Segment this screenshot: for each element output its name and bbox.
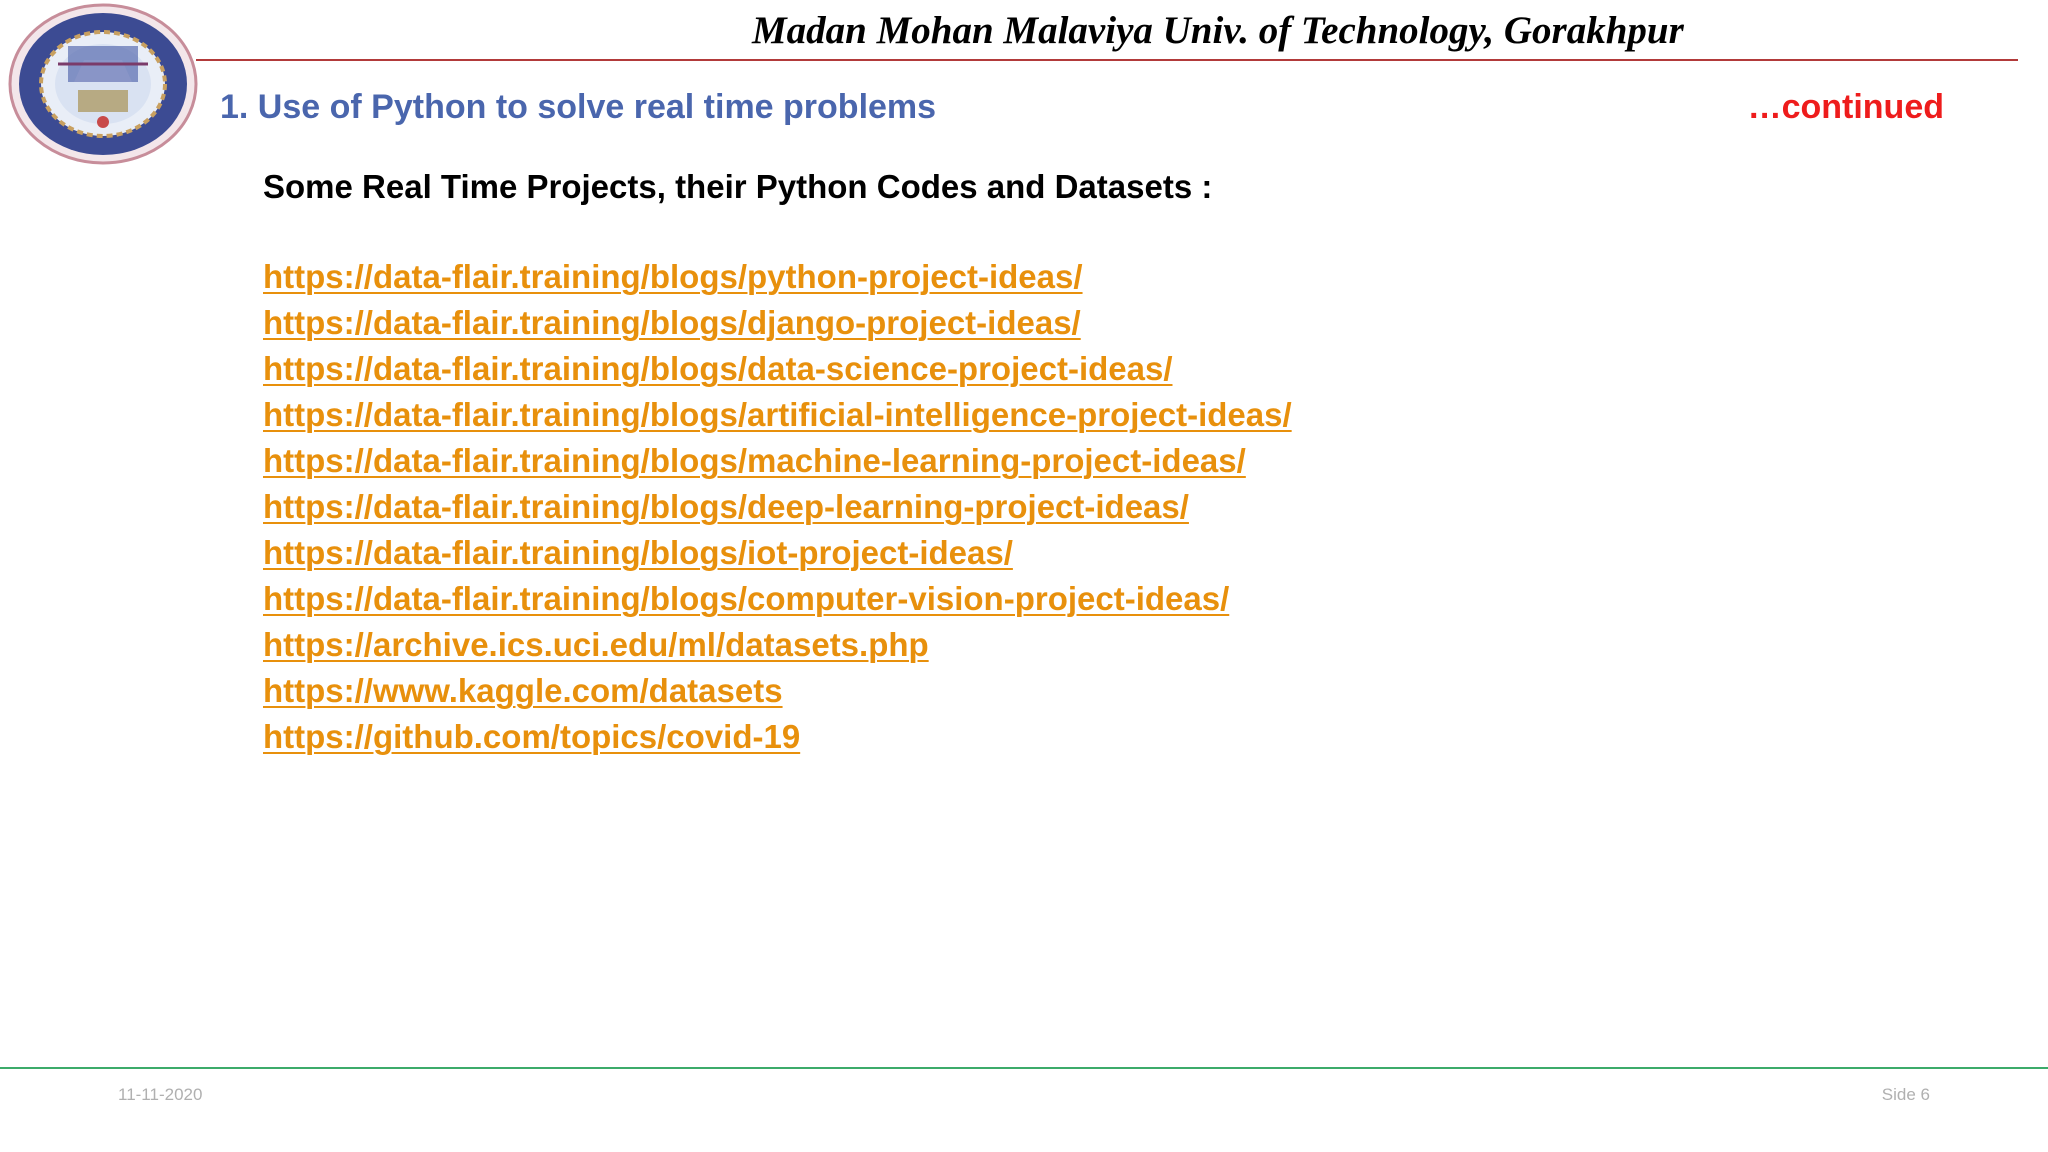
link-python-project-ideas[interactable]: https://data-flair.training/blogs/python…	[263, 254, 1292, 300]
link-django-project-ideas[interactable]: https://data-flair.training/blogs/django…	[263, 300, 1292, 346]
link-ml-project-ideas[interactable]: https://data-flair.training/blogs/machin…	[263, 438, 1292, 484]
university-seal-icon	[8, 3, 198, 165]
footer-divider	[0, 1067, 2048, 1069]
link-ai-project-ideas[interactable]: https://data-flair.training/blogs/artifi…	[263, 392, 1292, 438]
link-deep-learning-project-ideas[interactable]: https://data-flair.training/blogs/deep-l…	[263, 484, 1292, 530]
link-list: https://data-flair.training/blogs/python…	[263, 254, 1292, 760]
slide-number: Side 6	[1881, 1085, 1930, 1104]
university-logo	[6, 2, 200, 166]
link-uci-datasets[interactable]: https://archive.ics.uci.edu/ml/datasets.…	[263, 622, 1292, 668]
link-data-science-project-ideas[interactable]: https://data-flair.training/blogs/data-s…	[263, 346, 1292, 392]
slide-content: Some Real Time Projects, their Python Co…	[263, 162, 1292, 760]
link-kaggle-datasets[interactable]: https://www.kaggle.com/datasets	[263, 668, 1292, 714]
section-title: 1. Use of Python to solve real time prob…	[220, 88, 937, 126]
footer-date: 11-11-2020	[118, 1085, 203, 1104]
subheading: Some Real Time Projects, their Python Co…	[263, 168, 1213, 205]
continued-label: …continued	[1747, 88, 1944, 126]
link-computer-vision-project-ideas[interactable]: https://data-flair.training/blogs/comput…	[263, 576, 1292, 622]
link-github-covid-19[interactable]: https://github.com/topics/covid-19	[263, 714, 1292, 760]
university-name: Madan Mohan Malaviya Univ. of Technology…	[752, 9, 1684, 52]
link-iot-project-ideas[interactable]: https://data-flair.training/blogs/iot-pr…	[263, 530, 1292, 576]
header-divider	[196, 59, 2018, 61]
